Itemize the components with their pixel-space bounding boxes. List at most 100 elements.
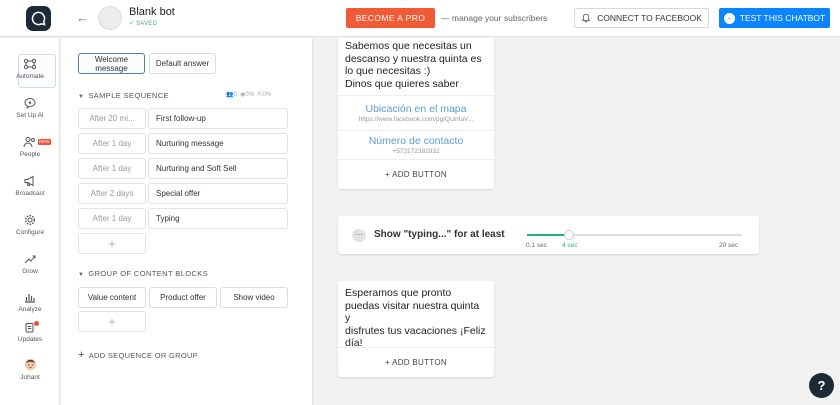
typing-duration-slider[interactable] xyxy=(527,230,742,240)
sequence-delay[interactable]: After 20 mi... xyxy=(78,108,146,129)
nav-automate-label: Automate xyxy=(16,73,44,80)
nav-people[interactable]: NEW People xyxy=(0,136,60,158)
welcome-message-block[interactable]: Welcome message xyxy=(78,53,145,74)
sample-sequence-header[interactable]: ▼ SAMPLE SEQUENCE xyxy=(78,91,169,100)
card-button-url: https://www.facebook.com/pg/QuintaV... xyxy=(358,116,474,123)
group-block[interactable]: Product offer xyxy=(149,287,217,308)
grow-chart-icon xyxy=(24,255,36,264)
sample-sequence-title: SAMPLE SEQUENCE xyxy=(88,91,169,100)
bot-avatar[interactable] xyxy=(98,6,122,30)
open-rate: 0% xyxy=(245,92,255,98)
megaphone-icon xyxy=(24,175,34,187)
nav-automate[interactable]: Automate xyxy=(0,54,60,88)
messenger-icon xyxy=(723,12,735,24)
nav-grow-label: Grow xyxy=(22,268,38,275)
slider-handle[interactable] xyxy=(564,230,575,240)
chatfuel-logo[interactable] xyxy=(26,6,51,31)
collapse-triangle-icon: ▼ xyxy=(78,272,85,278)
nav-configure-label: Configure xyxy=(15,229,45,236)
nav-profile[interactable]: Johant xyxy=(0,358,60,381)
sequence-delay[interactable]: After 1 day xyxy=(78,208,146,229)
nav-people-label: People xyxy=(19,151,41,158)
top-bar: ← Blank bot ✓ SAVED BECOME A PRO — manag… xyxy=(0,0,840,37)
typing-dots-icon: … xyxy=(352,229,366,242)
add-sequence-or-group-button[interactable]: + ADD SEQUENCE OR GROUP xyxy=(78,349,198,361)
add-button[interactable]: + ADD BUTTON xyxy=(338,347,494,377)
card-text[interactable]: Sabemos que necesitas un descanso y nues… xyxy=(338,38,494,95)
nav-set-up-ai-label: Set Up AI xyxy=(16,112,44,119)
card-text-line: lo que necesitas :) xyxy=(345,65,431,77)
sequence-row: After 2 days Special offer xyxy=(78,183,288,204)
nav-updates[interactable]: Updates xyxy=(0,321,60,343)
text-card[interactable]: Esperamos que pronto puedas visitar nues… xyxy=(338,281,494,377)
manage-subscribers-text: — manage your subscribers xyxy=(441,13,548,23)
people-icon xyxy=(23,137,35,148)
sequence-row: After 1 day Typing xyxy=(78,208,288,229)
nav-grow[interactable]: Grow xyxy=(0,253,60,275)
card-text-line: Esperamos que pronto xyxy=(345,287,452,299)
people-count: 0 xyxy=(233,92,237,98)
card-button-location[interactable]: Ubicación en el mapa https://www.faceboo… xyxy=(338,95,494,130)
click-rate: 0% xyxy=(262,92,272,98)
sequence-block-name[interactable]: Nurturing and Soft Sell xyxy=(148,158,288,179)
slider-max-label: 20 sec xyxy=(719,242,739,249)
help-button[interactable]: ? xyxy=(809,373,834,398)
sequence-block-name[interactable]: Special offer xyxy=(148,183,288,204)
nav-analyze[interactable]: Analyze xyxy=(0,291,60,313)
back-arrow-icon[interactable]: ← xyxy=(76,11,89,24)
nav-profile-label: Johant xyxy=(20,374,40,381)
new-badge: NEW xyxy=(38,139,51,145)
group-header[interactable]: ▼ GROUP OF CONTENT BLOCKS xyxy=(78,269,208,278)
collapse-triangle-icon: ▼ xyxy=(78,94,85,100)
card-text-line: descanso y nuestra quinta es xyxy=(345,52,482,65)
card-button-title: Número de contacto xyxy=(368,135,464,147)
user-avatar xyxy=(24,358,36,371)
become-pro-button[interactable]: BECOME A PRO xyxy=(346,8,435,28)
group-block[interactable]: Show video xyxy=(220,287,288,308)
ai-brain-icon xyxy=(24,97,36,109)
test-chatbot-label: TEST THIS CHATBOT xyxy=(739,13,826,23)
sequence-row: After 1 day Nurturing message xyxy=(78,133,288,154)
nav-set-up-ai[interactable]: Set Up AI xyxy=(0,97,60,119)
card-text-line: puedas visitar nuestra quinta y xyxy=(345,299,480,325)
chat-bubble-icon xyxy=(31,11,46,26)
card-text-line: disfrutes tus vacaciones ¡Feliz xyxy=(345,324,486,337)
left-nav: Automate Set Up AI NEW People Broadcast xyxy=(0,38,60,405)
nav-broadcast-label: Broadcast xyxy=(15,190,45,197)
card-text[interactable]: Esperamos que pronto puedas visitar nues… xyxy=(338,281,494,349)
connect-facebook-button[interactable]: CONNECT TO FACEBOOK xyxy=(574,8,709,28)
sequence-block-name[interactable]: Typing xyxy=(148,208,288,229)
group-title: GROUP OF CONTENT BLOCKS xyxy=(88,269,209,278)
typing-card: … Show "typing..." for at least 0.1 sec … xyxy=(338,216,759,254)
plus-icon: + xyxy=(78,349,85,361)
add-button[interactable]: + ADD BUTTON xyxy=(338,159,494,189)
bot-saved-status: ✓ SAVED xyxy=(129,21,158,27)
sequence-delay[interactable]: After 1 day xyxy=(78,133,146,154)
add-group-block-button[interactable]: + xyxy=(78,311,146,332)
sequence-block-name[interactable]: Nurturing message xyxy=(148,133,288,154)
card-text-line: Dinos que quieres saber xyxy=(345,77,459,90)
slider-min-label: 0.1 sec xyxy=(526,242,547,249)
connect-facebook-label: CONNECT TO FACEBOOK xyxy=(597,13,702,23)
card-button-contact[interactable]: Número de contacto +573172382932 xyxy=(338,130,494,159)
add-sequence-block-button[interactable]: + xyxy=(78,233,146,254)
text-card[interactable]: Sabemos que necesitas un descanso y nues… xyxy=(338,38,494,189)
default-answer-block[interactable]: Default answer xyxy=(149,53,216,74)
bar-chart-icon xyxy=(25,294,35,303)
nav-broadcast[interactable]: Broadcast xyxy=(0,175,60,197)
sequence-delay[interactable]: After 2 days xyxy=(78,183,146,204)
slider-value-label: 4 sec xyxy=(562,242,578,249)
nav-analyze-label: Analyze xyxy=(18,306,42,313)
nav-configure[interactable]: Configure xyxy=(0,214,60,236)
sequence-block-name[interactable]: First follow-up xyxy=(148,108,288,129)
card-text-line: Sabemos que necesitas un xyxy=(345,40,472,52)
bot-name[interactable]: Blank bot xyxy=(129,6,175,18)
test-chatbot-button[interactable]: TEST THIS CHATBOT xyxy=(719,8,830,28)
slider-fill xyxy=(527,234,570,236)
updates-badge-dot xyxy=(34,321,39,326)
group-block[interactable]: Value content xyxy=(78,287,146,308)
sequence-delay[interactable]: After 1 day xyxy=(78,158,146,179)
sequence-row: After 20 mi... First follow-up xyxy=(78,108,288,129)
gear-icon xyxy=(24,214,36,226)
nav-updates-label: Updates xyxy=(17,336,43,343)
